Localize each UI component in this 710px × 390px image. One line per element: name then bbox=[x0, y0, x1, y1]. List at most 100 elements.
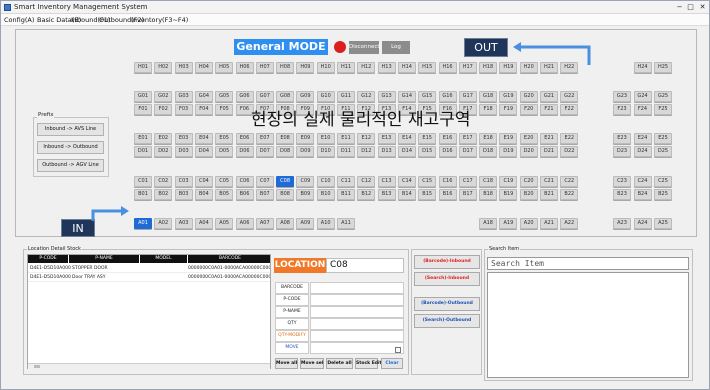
storage-cell-f05[interactable]: F05 bbox=[215, 104, 234, 115]
storage-cell-a03[interactable]: A03 bbox=[174, 218, 193, 229]
storage-cell-g05[interactable]: G05 bbox=[215, 91, 234, 102]
storage-cell-c05[interactable]: C05 bbox=[215, 176, 234, 187]
storage-cell-e11[interactable]: E11 bbox=[337, 133, 355, 144]
in-dock-button[interactable]: IN bbox=[61, 219, 95, 237]
storage-cell-c11[interactable]: C11 bbox=[337, 176, 355, 187]
storage-cell-e16[interactable]: E16 bbox=[438, 133, 457, 144]
storage-cell-h13[interactable]: H13 bbox=[377, 62, 396, 73]
storage-cell-e14[interactable]: E14 bbox=[397, 133, 416, 144]
storage-cell-d18[interactable]: D18 bbox=[479, 146, 498, 157]
storage-cell-b08[interactable]: B08 bbox=[276, 189, 295, 200]
storage-cell-a22[interactable]: A22 bbox=[560, 218, 579, 229]
storage-cell-a06[interactable]: A06 bbox=[235, 218, 254, 229]
storage-cell-h07[interactable]: H07 bbox=[255, 62, 274, 73]
stock-edit-button[interactable]: Stock Edit bbox=[355, 358, 382, 369]
storage-cell-g09[interactable]: G09 bbox=[296, 91, 315, 102]
storage-cell-h09[interactable]: H09 bbox=[296, 62, 315, 73]
storage-cell-h02[interactable]: H02 bbox=[154, 62, 173, 73]
storage-cell-e08[interactable]: E08 bbox=[276, 133, 295, 144]
storage-cell-d16[interactable]: D16 bbox=[438, 146, 457, 157]
storage-cell-f22[interactable]: F22 bbox=[560, 104, 579, 115]
storage-cell-d19[interactable]: D19 bbox=[499, 146, 518, 157]
storage-cell-b17[interactable]: B17 bbox=[458, 189, 477, 200]
storage-cell-e22[interactable]: E22 bbox=[560, 133, 579, 144]
storage-cell-f02[interactable]: F02 bbox=[154, 104, 173, 115]
storage-cell-b10[interactable]: B10 bbox=[316, 189, 335, 200]
storage-cell-f24[interactable]: F24 bbox=[633, 104, 652, 115]
storage-cell-c24[interactable]: C24 bbox=[633, 176, 652, 187]
storage-cell-a21[interactable]: A21 bbox=[540, 218, 558, 229]
storage-cell-d24[interactable]: D24 bbox=[633, 146, 652, 157]
storage-cell-h19[interactable]: H19 bbox=[499, 62, 518, 73]
column-header-barcode[interactable]: BARCODE bbox=[188, 255, 270, 263]
barcode-outbound-button[interactable]: (Barcode)-Outbound bbox=[414, 297, 480, 311]
storage-cell-d04[interactable]: D04 bbox=[194, 146, 213, 157]
storage-cell-d10[interactable]: D10 bbox=[316, 146, 335, 157]
storage-cell-e09[interactable]: E09 bbox=[296, 133, 315, 144]
storage-cell-d05[interactable]: D05 bbox=[215, 146, 234, 157]
move-field[interactable] bbox=[310, 342, 404, 354]
storage-cell-d21[interactable]: D21 bbox=[540, 146, 558, 157]
storage-cell-h18[interactable]: H18 bbox=[479, 62, 498, 73]
move-all-button[interactable]: Move all bbox=[275, 358, 298, 369]
table-horizontal-scrollbar[interactable] bbox=[28, 363, 270, 369]
search-item-input[interactable]: Search Item bbox=[487, 257, 689, 270]
storage-cell-g10[interactable]: G10 bbox=[316, 91, 335, 102]
storage-cell-d12[interactable]: D12 bbox=[357, 146, 376, 157]
storage-cell-a02[interactable]: A02 bbox=[154, 218, 173, 229]
storage-cell-f19[interactable]: F19 bbox=[499, 104, 518, 115]
storage-cell-a07[interactable]: A07 bbox=[255, 218, 274, 229]
storage-cell-b09[interactable]: B09 bbox=[296, 189, 315, 200]
storage-cell-b04[interactable]: B04 bbox=[194, 189, 213, 200]
storage-cell-a05[interactable]: A05 bbox=[215, 218, 234, 229]
storage-cell-e25[interactable]: E25 bbox=[654, 133, 672, 144]
storage-cell-g02[interactable]: G02 bbox=[154, 91, 173, 102]
out-dock-button[interactable]: OUT bbox=[464, 38, 508, 57]
storage-cell-e19[interactable]: E19 bbox=[499, 133, 518, 144]
storage-cell-b07[interactable]: B07 bbox=[255, 189, 274, 200]
storage-cell-g18[interactable]: G18 bbox=[479, 91, 498, 102]
storage-cell-d09[interactable]: D09 bbox=[296, 146, 315, 157]
qty-modify-field[interactable] bbox=[310, 330, 404, 342]
storage-cell-d08[interactable]: D08 bbox=[276, 146, 295, 157]
storage-cell-e24[interactable]: E24 bbox=[633, 133, 652, 144]
storage-cell-c23[interactable]: C23 bbox=[613, 176, 631, 187]
storage-cell-g20[interactable]: G20 bbox=[519, 91, 538, 102]
storage-cell-e10[interactable]: E10 bbox=[316, 133, 335, 144]
storage-cell-f25[interactable]: F25 bbox=[654, 104, 672, 115]
scrollbar-thumb[interactable] bbox=[34, 365, 40, 368]
storage-cell-d17[interactable]: D17 bbox=[458, 146, 477, 157]
storage-cell-b23[interactable]: B23 bbox=[613, 189, 631, 200]
storage-cell-b14[interactable]: B14 bbox=[397, 189, 416, 200]
storage-cell-b18[interactable]: B18 bbox=[479, 189, 498, 200]
storage-cell-e07[interactable]: E07 bbox=[255, 133, 274, 144]
maximize-button[interactable]: □ bbox=[686, 2, 695, 12]
storage-cell-b11[interactable]: B11 bbox=[337, 189, 355, 200]
storage-cell-h24[interactable]: H24 bbox=[633, 62, 652, 73]
storage-cell-g15[interactable]: G15 bbox=[418, 91, 437, 102]
storage-cell-e03[interactable]: E03 bbox=[174, 133, 193, 144]
minimize-button[interactable]: − bbox=[675, 2, 684, 12]
storage-cell-h06[interactable]: H06 bbox=[235, 62, 254, 73]
barcode-field[interactable] bbox=[310, 282, 404, 294]
storage-cell-d07[interactable]: D07 bbox=[255, 146, 274, 157]
storage-cell-e17[interactable]: E17 bbox=[458, 133, 477, 144]
storage-cell-c04[interactable]: C04 bbox=[194, 176, 213, 187]
storage-cell-d03[interactable]: D03 bbox=[174, 146, 193, 157]
storage-cell-b15[interactable]: B15 bbox=[418, 189, 437, 200]
storage-cell-f20[interactable]: F20 bbox=[519, 104, 538, 115]
storage-cell-c13[interactable]: C13 bbox=[377, 176, 396, 187]
storage-cell-b13[interactable]: B13 bbox=[377, 189, 396, 200]
storage-cell-c25[interactable]: C25 bbox=[654, 176, 672, 187]
storage-cell-e23[interactable]: E23 bbox=[613, 133, 631, 144]
storage-cell-c08[interactable]: C08 bbox=[276, 176, 295, 187]
storage-cell-d22[interactable]: D22 bbox=[560, 146, 579, 157]
storage-cell-b02[interactable]: B02 bbox=[154, 189, 173, 200]
qty-field[interactable] bbox=[310, 318, 404, 330]
storage-cell-h08[interactable]: H08 bbox=[276, 62, 295, 73]
storage-cell-a19[interactable]: A19 bbox=[499, 218, 518, 229]
storage-cell-g17[interactable]: G17 bbox=[458, 91, 477, 102]
storage-cell-g14[interactable]: G14 bbox=[397, 91, 416, 102]
storage-cell-d01[interactable]: D01 bbox=[134, 146, 152, 157]
storage-cell-g25[interactable]: G25 bbox=[654, 91, 672, 102]
